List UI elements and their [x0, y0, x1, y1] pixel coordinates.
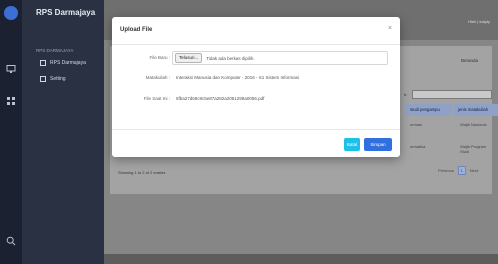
table-cell: ormatika: [410, 144, 426, 149]
search-label: h:: [404, 92, 408, 97]
sidebar-item-label: RPS Darmajaya: [50, 60, 86, 66]
table-cell: ormasi: [410, 122, 423, 127]
pagination-previous[interactable]: Previous: [438, 168, 454, 173]
table-info: Showing 1 to 2 of 2 entries: [118, 170, 166, 175]
file-status: Tidak ada berkas dipilih.: [206, 55, 255, 61]
cancel-button[interactable]: Batal: [344, 138, 360, 151]
existing-file-label: File Saat Ini :: [143, 96, 170, 101]
search-icon[interactable]: [5, 236, 17, 248]
save-button[interactable]: Simpan: [364, 138, 392, 151]
modal-header: Upload File ×: [112, 17, 400, 45]
pagination-page[interactable]: 1: [457, 166, 466, 175]
table-header-jenis[interactable]: jenis matakuliah: [454, 104, 498, 116]
modal-footer: Batal Simpan: [112, 129, 400, 157]
document-icon: [40, 60, 46, 66]
settings-icon: [40, 76, 46, 82]
sidebar-heading: RPS DARMAJAYA: [36, 48, 74, 53]
sidebar-item-rps[interactable]: RPS Darmajaya: [40, 60, 86, 66]
monitor-icon[interactable]: [5, 64, 17, 76]
avatar-icon[interactable]: [4, 6, 18, 20]
search-input[interactable]: [412, 90, 492, 99]
bottom-strip: [104, 254, 498, 264]
sidebar-item-setting[interactable]: Setting: [40, 76, 66, 82]
existing-file-value[interactable]: 5fba27d69c8c5e87a282a2051298a0056.pdf: [176, 92, 264, 106]
pagination: Previous 1 Next: [438, 166, 478, 175]
matakuliah-label: Matakuliah :: [145, 75, 170, 80]
browse-button[interactable]: Telusuri...: [175, 53, 203, 63]
app-brand[interactable]: RPS Darmajaya: [36, 8, 95, 17]
upload-file-modal: Upload File × File Baru : Telusuri... Ti…: [112, 17, 400, 157]
icon-rail: [0, 0, 22, 264]
file-field-row: File Baru : Telusuri... Tidak ada berkas…: [112, 51, 400, 65]
topbar-user[interactable]: Hleh | kaipty: [468, 19, 490, 24]
sidebar: RPS Darmajaya RPS DARMAJAYA RPS Darmajay…: [22, 0, 104, 264]
close-icon[interactable]: ×: [386, 25, 394, 33]
file-input[interactable]: Telusuri... Tidak ada berkas dipilih.: [172, 51, 388, 65]
matakuliah-value: Interaksi Manusia dan Komputer - 2016 - …: [176, 75, 300, 80]
grid-icon[interactable]: [5, 96, 17, 108]
modal-title: Upload File: [120, 27, 153, 33]
table-cell: Wajib Program Studi: [460, 144, 487, 154]
breadcrumb[interactable]: Beranda: [461, 58, 478, 63]
existing-file-row: File Saat Ini : 5fba27d69c8c5e87a282a205…: [112, 92, 400, 106]
file-field-label: File Baru :: [149, 55, 170, 60]
matakuliah-row: Matakuliah : Interaksi Manusia dan Kompu…: [112, 71, 400, 85]
table-header-studi[interactable]: studi pengampu: [406, 104, 452, 116]
pagination-next[interactable]: Next: [470, 168, 478, 173]
sidebar-item-label: Setting: [50, 76, 66, 82]
table-cell: Wajib Nasional: [460, 122, 487, 127]
